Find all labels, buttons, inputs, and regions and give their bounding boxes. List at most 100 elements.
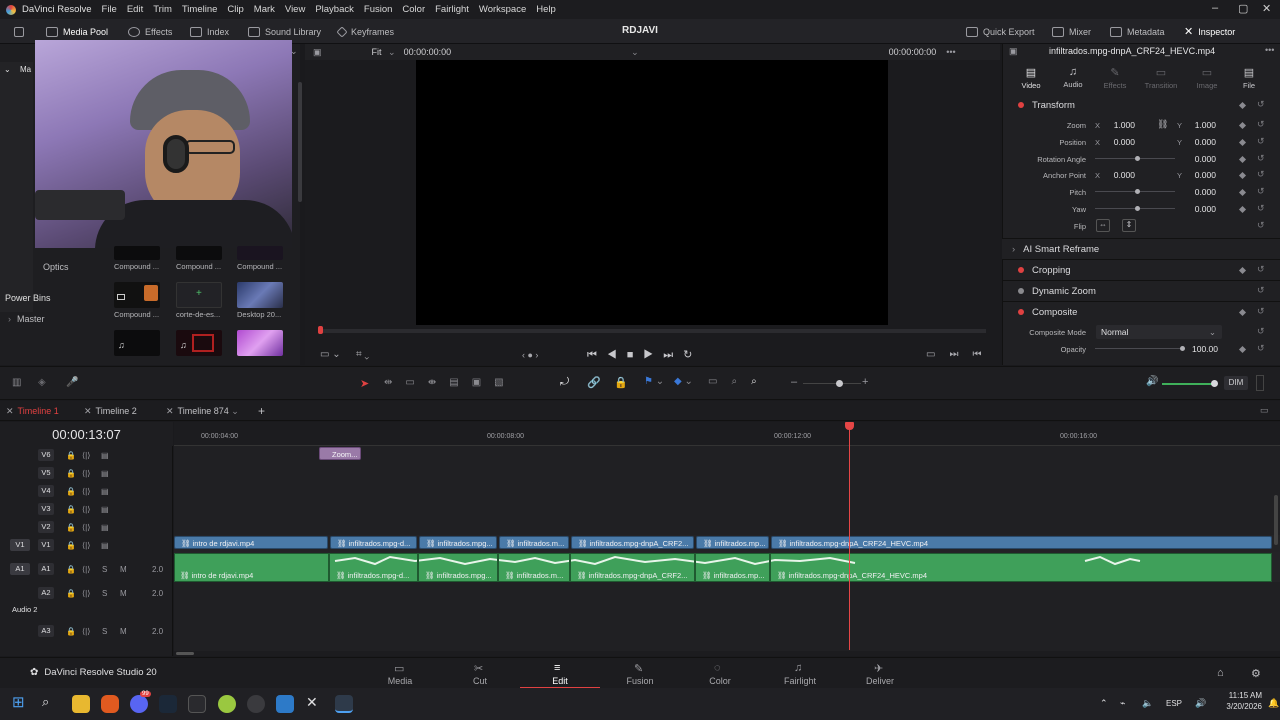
lock-track-icon[interactable]: 🔒 — [66, 451, 76, 460]
linked-selection-icon[interactable]: 🔗 — [587, 376, 601, 389]
media-thumb[interactable] — [176, 246, 222, 260]
audio-clip[interactable]: ⛓ infiltrados.mpg-dnpA_CRF2... — [571, 569, 694, 582]
rotation-field[interactable]: 0.000 — [1180, 154, 1216, 164]
trim-tool-icon[interactable]: ⇹ — [384, 377, 405, 388]
bin-master-expand[interactable]: ⌄ — [4, 65, 11, 74]
mixer-button[interactable]: Mixer — [1052, 19, 1091, 44]
mute-button[interactable]: M — [120, 627, 127, 636]
track-visibility-icon[interactable]: ▤ — [101, 487, 109, 496]
speaker-icon[interactable]: 🔈 — [1142, 698, 1153, 709]
mute-button[interactable]: M — [120, 589, 127, 598]
zoom-x-field[interactable]: 1.000 — [1099, 120, 1135, 130]
brave-browser-icon[interactable] — [101, 695, 119, 713]
prev-edit-icon[interactable]: ⏮ — [972, 349, 995, 360]
app-icon[interactable] — [218, 695, 236, 713]
composite-mode-select[interactable]: Normal ⌄ — [1096, 325, 1222, 339]
audio-clip[interactable]: ⛓ infiltrados.mpg... — [419, 569, 497, 582]
lock-icon[interactable]: 🔒 — [614, 376, 628, 389]
skip-to-start-icon[interactable]: ⏮ — [587, 349, 607, 361]
video-clip[interactable]: ⛓ infiltrados.mpg-dnpA_CRF2... — [571, 536, 694, 549]
media-pool-scrollbar[interactable] — [298, 82, 302, 202]
lock-track-icon[interactable]: 🔒 — [66, 487, 76, 496]
auto-select-icon[interactable]: ⟨|⟩ — [82, 487, 90, 496]
audio-clip[interactable]: ⛓ infiltrados.mpg-dnpA_CRF24_HEVC.mp4 — [771, 569, 1272, 582]
dynamic-trim-icon[interactable]: ▭ — [405, 377, 427, 388]
home-icon[interactable]: ⌂ — [1217, 667, 1224, 679]
language-indicator[interactable]: ESP — [1166, 699, 1182, 708]
play-reverse-icon[interactable]: ◀ — [607, 349, 627, 361]
reset-icon[interactable]: ↺ — [1257, 343, 1265, 354]
timeline-vscroll[interactable] — [1274, 495, 1278, 545]
close-icon[interactable]: ✕ — [1262, 2, 1271, 15]
inspector-layout-icon[interactable]: ▣ — [1009, 46, 1018, 57]
photos-icon[interactable] — [276, 695, 294, 713]
track-visibility-icon[interactable]: ▤ — [101, 523, 109, 532]
epic-games-icon[interactable] — [188, 695, 206, 713]
auto-select-icon[interactable]: ⟨|⟩ — [82, 589, 90, 598]
page-cut[interactable]: ✂ Cut — [440, 658, 520, 689]
full-extent-zoom-icon[interactable]: ▭ — [708, 376, 731, 387]
menu-trim[interactable]: Trim — [153, 4, 172, 15]
lock-track-icon[interactable]: 🔒 — [66, 469, 76, 478]
clock[interactable]: 11:15 AM 3/20/2026 — [1222, 691, 1262, 711]
power-bin-master[interactable]: › Master — [8, 314, 45, 324]
tab-effects[interactable]: ✎ Effects — [1095, 66, 1135, 90]
viewer-fit-dropdown[interactable]: Fit ⌄ — [372, 47, 396, 58]
menu-color[interactable]: Color — [402, 4, 425, 15]
zoom-out-icon[interactable]: – — [791, 376, 797, 388]
inspector-options-icon[interactable]: ••• — [1265, 45, 1274, 55]
audio-clip[interactable]: ⛓ infiltrados.m... — [499, 569, 569, 582]
audio-meter-icon[interactable]: ◈ — [38, 377, 46, 388]
auto-select-icon[interactable]: ⟨|⟩ — [82, 451, 90, 460]
opacity-field[interactable]: 100.00 — [1182, 344, 1218, 354]
menu-fairlight[interactable]: Fairlight — [435, 4, 469, 15]
reset-icon[interactable]: ↺ — [1257, 186, 1265, 197]
reset-icon[interactable]: ↺ — [1257, 153, 1265, 164]
overwrite-clip-icon[interactable]: ▣ — [472, 377, 494, 388]
tab-timeline-2[interactable]: ✕ Timeline 2 — [84, 406, 137, 417]
auto-select-icon[interactable]: ⟨|⟩ — [82, 565, 90, 574]
lock-track-icon[interactable]: 🔒 — [66, 523, 76, 532]
media-thumb[interactable] — [237, 330, 283, 356]
tab-video[interactable]: ▤ Video — [1011, 66, 1051, 90]
tab-transition[interactable]: ▭ Transition — [1141, 66, 1181, 90]
link-icon[interactable]: ⛓ — [1157, 119, 1168, 130]
blade-tool-icon[interactable]: ⇼ — [428, 377, 449, 388]
source-patch-a1[interactable]: A1 — [10, 563, 30, 575]
windows-start-icon[interactable]: ⊞ — [12, 693, 30, 711]
zoom-in-icon[interactable]: + — [862, 376, 868, 388]
lock-track-icon[interactable]: 🔒 — [66, 565, 76, 574]
app-icon[interactable] — [247, 695, 265, 713]
page-deliver[interactable]: ✈ Deliver — [840, 658, 920, 689]
page-fairlight[interactable]: ♫ Fairlight — [760, 658, 840, 689]
discord-icon[interactable]: 99 — [130, 691, 151, 713]
opacity-slider[interactable] — [1095, 348, 1183, 349]
zoom-clip[interactable]: Zoom... — [319, 447, 361, 460]
position-y-field[interactable]: 0.000 — [1180, 137, 1216, 147]
menu-edit[interactable]: Edit — [127, 4, 143, 15]
inspector-button[interactable]: ✕ Inspector — [1184, 19, 1235, 44]
section-dynamic-zoom[interactable]: Dynamic Zoom — [1002, 281, 1280, 301]
close-tab-icon[interactable]: ✕ — [84, 406, 92, 416]
media-thumb[interactable]: + — [176, 282, 222, 308]
monitor-volume-slider[interactable] — [1162, 383, 1214, 385]
timeline-zoom-knob[interactable] — [836, 380, 843, 387]
yaw-slider-knob[interactable] — [1135, 206, 1140, 211]
dynamic-zoom-enable-icon[interactable] — [1018, 288, 1024, 294]
audio-clip[interactable]: ⛓ intro de rdjavi.mp4 — [174, 569, 328, 582]
yaw-field[interactable]: 0.000 — [1180, 204, 1216, 214]
anchor-y-field[interactable]: 0.000 — [1180, 170, 1216, 180]
media-thumb[interactable]: ♫ — [176, 330, 222, 356]
skip-to-end-icon[interactable]: ⏭ — [663, 349, 683, 361]
timeline-hscroll[interactable] — [174, 651, 1280, 656]
reset-icon[interactable]: ↺ — [1257, 169, 1265, 180]
reset-icon[interactable]: ↺ — [1257, 220, 1265, 231]
next-edit-icon[interactable]: ⏭ — [949, 349, 972, 360]
menu-file[interactable]: File — [102, 4, 117, 15]
auto-select-icon[interactable]: ⟨|⟩ — [82, 541, 90, 550]
file-explorer-icon[interactable] — [72, 695, 90, 713]
timeline-zoom-slider[interactable] — [803, 383, 861, 384]
metadata-button[interactable]: Metadata — [1110, 19, 1165, 44]
steam-icon[interactable] — [159, 695, 177, 713]
reset-icon[interactable]: ↺ — [1257, 136, 1265, 147]
